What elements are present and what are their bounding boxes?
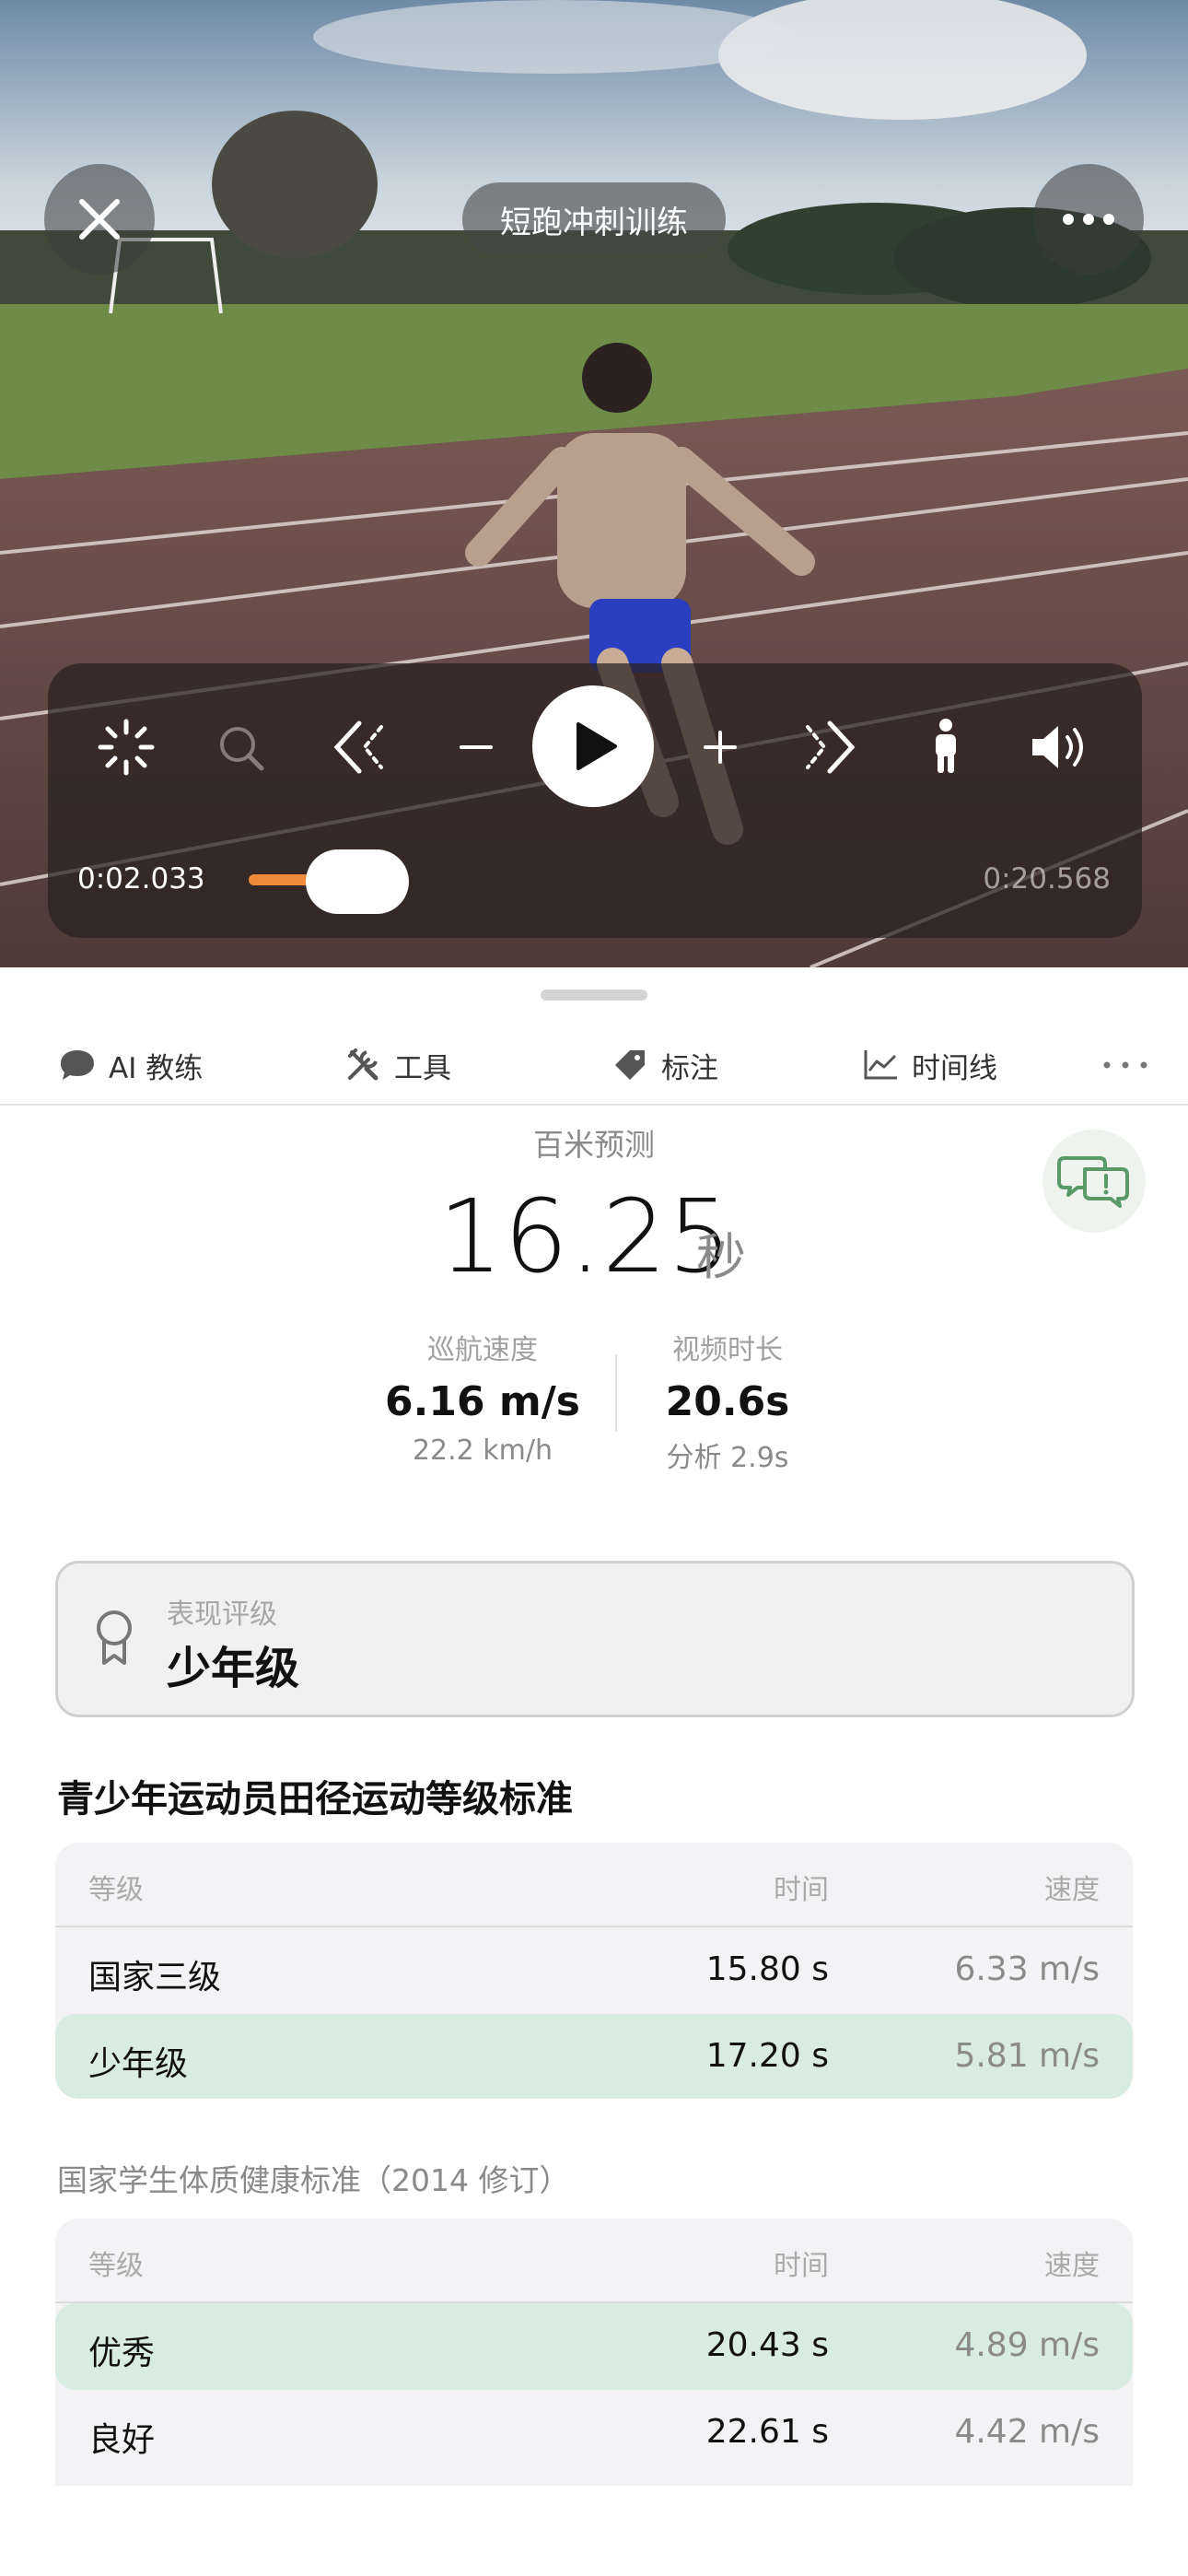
chat-bubble-icon bbox=[61, 1050, 94, 1080]
pose-button[interactable] bbox=[914, 711, 978, 781]
close-button[interactable] bbox=[44, 164, 155, 275]
table-row: 良好 22.61 s 4.42 m/s bbox=[55, 2390, 1133, 2476]
tools-icon bbox=[348, 1048, 379, 1081]
sheet-grabber[interactable] bbox=[541, 989, 647, 1001]
feedback-icon bbox=[1057, 1156, 1129, 1208]
row-level: 优秀 bbox=[88, 2335, 156, 2372]
decrease-button[interactable] bbox=[444, 715, 508, 779]
more-icon bbox=[1103, 1061, 1147, 1069]
header-speed: 速度 bbox=[1044, 1874, 1100, 1906]
row-speed: 5.81 m/s bbox=[954, 2037, 1100, 2075]
cruise-speed-label: 巡航速度 bbox=[427, 1334, 538, 1366]
table-header: 等级 时间 速度 bbox=[55, 2219, 1133, 2303]
tab-timeline-label: 时间线 bbox=[912, 1051, 997, 1085]
header-level: 等级 bbox=[88, 1874, 144, 1906]
row-level: 良好 bbox=[88, 2421, 156, 2459]
header-time: 时间 bbox=[774, 2250, 829, 2282]
spinner-icon bbox=[98, 719, 155, 776]
step-forward-icon bbox=[806, 720, 856, 774]
more-icon bbox=[1063, 214, 1114, 225]
row-time: 22.61 s bbox=[705, 2413, 829, 2451]
performance-grade-card: 表现评级 少年级 bbox=[55, 1561, 1135, 1717]
zoom-button[interactable] bbox=[212, 719, 271, 778]
tag-icon bbox=[615, 1050, 645, 1080]
cruise-speed-stat: 巡航速度 6.16 m/s 22.2 km/h bbox=[372, 1327, 593, 1467]
header-level: 等级 bbox=[88, 2250, 144, 2282]
youth-standard-title: 青少年运动员田径运动等级标准 bbox=[57, 1778, 573, 1821]
increase-button[interactable] bbox=[688, 715, 752, 779]
video-duration-stat: 视频时长 20.6s 分析 2.9s bbox=[635, 1327, 820, 1475]
cruise-speed-value: 6.16 m/s bbox=[385, 1378, 580, 1425]
minus-icon bbox=[460, 745, 493, 749]
stats-divider bbox=[615, 1354, 617, 1432]
tab-annotation[interactable]: 标注 bbox=[611, 1030, 718, 1100]
row-time: 15.80 s bbox=[705, 1950, 829, 1988]
feedback-button[interactable] bbox=[1042, 1130, 1146, 1233]
table-row-highlighted: 优秀 20.43 s 4.89 m/s bbox=[55, 2303, 1133, 2390]
zoom-icon bbox=[220, 727, 264, 771]
student-standard-title: 国家学生体质健康标准（2014 修订） bbox=[57, 2162, 570, 2198]
row-time: 20.43 s bbox=[705, 2326, 829, 2364]
video-player[interactable]: 短跑冲刺训练 0:02.033 0:20.568 bbox=[0, 0, 1188, 967]
award-icon bbox=[97, 1610, 132, 1665]
more-button[interactable] bbox=[1033, 164, 1144, 275]
table-row-highlighted: 少年级 17.20 s 5.81 m/s bbox=[55, 2014, 1133, 2099]
plus-icon bbox=[704, 731, 737, 764]
play-button[interactable] bbox=[532, 685, 654, 807]
table-header: 等级 时间 速度 bbox=[55, 1843, 1133, 1927]
prediction-value: 16.25 bbox=[438, 1177, 733, 1295]
row-level: 国家三级 bbox=[88, 1959, 222, 1996]
performance-grade-value: 少年级 bbox=[167, 1643, 300, 1694]
tab-tools-label: 工具 bbox=[394, 1051, 451, 1085]
video-duration-value: 20.6s bbox=[665, 1378, 790, 1425]
current-time: 0:02.033 bbox=[77, 862, 205, 896]
play-icon bbox=[577, 722, 617, 770]
playback-controls: 0:02.033 0:20.568 bbox=[48, 663, 1142, 938]
step-back-icon bbox=[333, 720, 383, 774]
tab-tools[interactable]: 工具 bbox=[344, 1030, 451, 1100]
prediction-unit: 秒 bbox=[696, 1228, 746, 1286]
loading-button[interactable] bbox=[94, 715, 158, 779]
tab-ai-coach-label: AI 教练 bbox=[109, 1051, 204, 1085]
performance-grade-label: 表现评级 bbox=[167, 1598, 277, 1631]
analysis-time: 分析 2.9s bbox=[666, 1442, 789, 1474]
row-speed: 4.89 m/s bbox=[954, 2326, 1100, 2364]
tab-timeline[interactable]: 时间线 bbox=[862, 1030, 997, 1100]
person-icon bbox=[936, 719, 956, 773]
line-chart-icon bbox=[864, 1050, 897, 1080]
volume-icon bbox=[1032, 726, 1083, 768]
header-speed: 速度 bbox=[1044, 2250, 1100, 2282]
prediction-label: 百米预测 bbox=[533, 1127, 655, 1163]
youth-standard-table: 等级 时间 速度 国家三级 15.80 s 6.33 m/s 少年级 17.20… bbox=[55, 1843, 1133, 2099]
table-row: 国家三级 15.80 s 6.33 m/s bbox=[55, 1927, 1133, 2014]
row-speed: 4.42 m/s bbox=[954, 2413, 1100, 2451]
tab-more-button[interactable] bbox=[1101, 1030, 1149, 1100]
tab-bar: AI 教练 工具 标注 时间线 bbox=[0, 1030, 1188, 1106]
close-icon bbox=[79, 199, 120, 240]
scrubber-handle[interactable] bbox=[306, 849, 409, 914]
total-time: 0:20.568 bbox=[983, 862, 1111, 896]
cruise-speed-kmh: 22.2 km/h bbox=[412, 1434, 553, 1467]
header-time: 时间 bbox=[774, 1874, 829, 1906]
step-forward-button[interactable] bbox=[796, 715, 860, 779]
row-speed: 6.33 m/s bbox=[954, 1950, 1100, 1988]
student-standard-table: 等级 时间 速度 优秀 20.43 s 4.89 m/s 良好 22.61 s … bbox=[55, 2219, 1133, 2486]
tab-annotation-label: 标注 bbox=[661, 1051, 718, 1085]
step-back-button[interactable] bbox=[329, 715, 393, 779]
row-time: 17.20 s bbox=[705, 2037, 829, 2075]
tab-ai-coach[interactable]: AI 教练 bbox=[59, 1030, 203, 1100]
volume-button[interactable] bbox=[1024, 715, 1094, 779]
video-title: 短跑冲刺训练 bbox=[462, 182, 726, 256]
video-duration-label: 视频时长 bbox=[672, 1334, 783, 1366]
row-level: 少年级 bbox=[88, 2045, 189, 2083]
